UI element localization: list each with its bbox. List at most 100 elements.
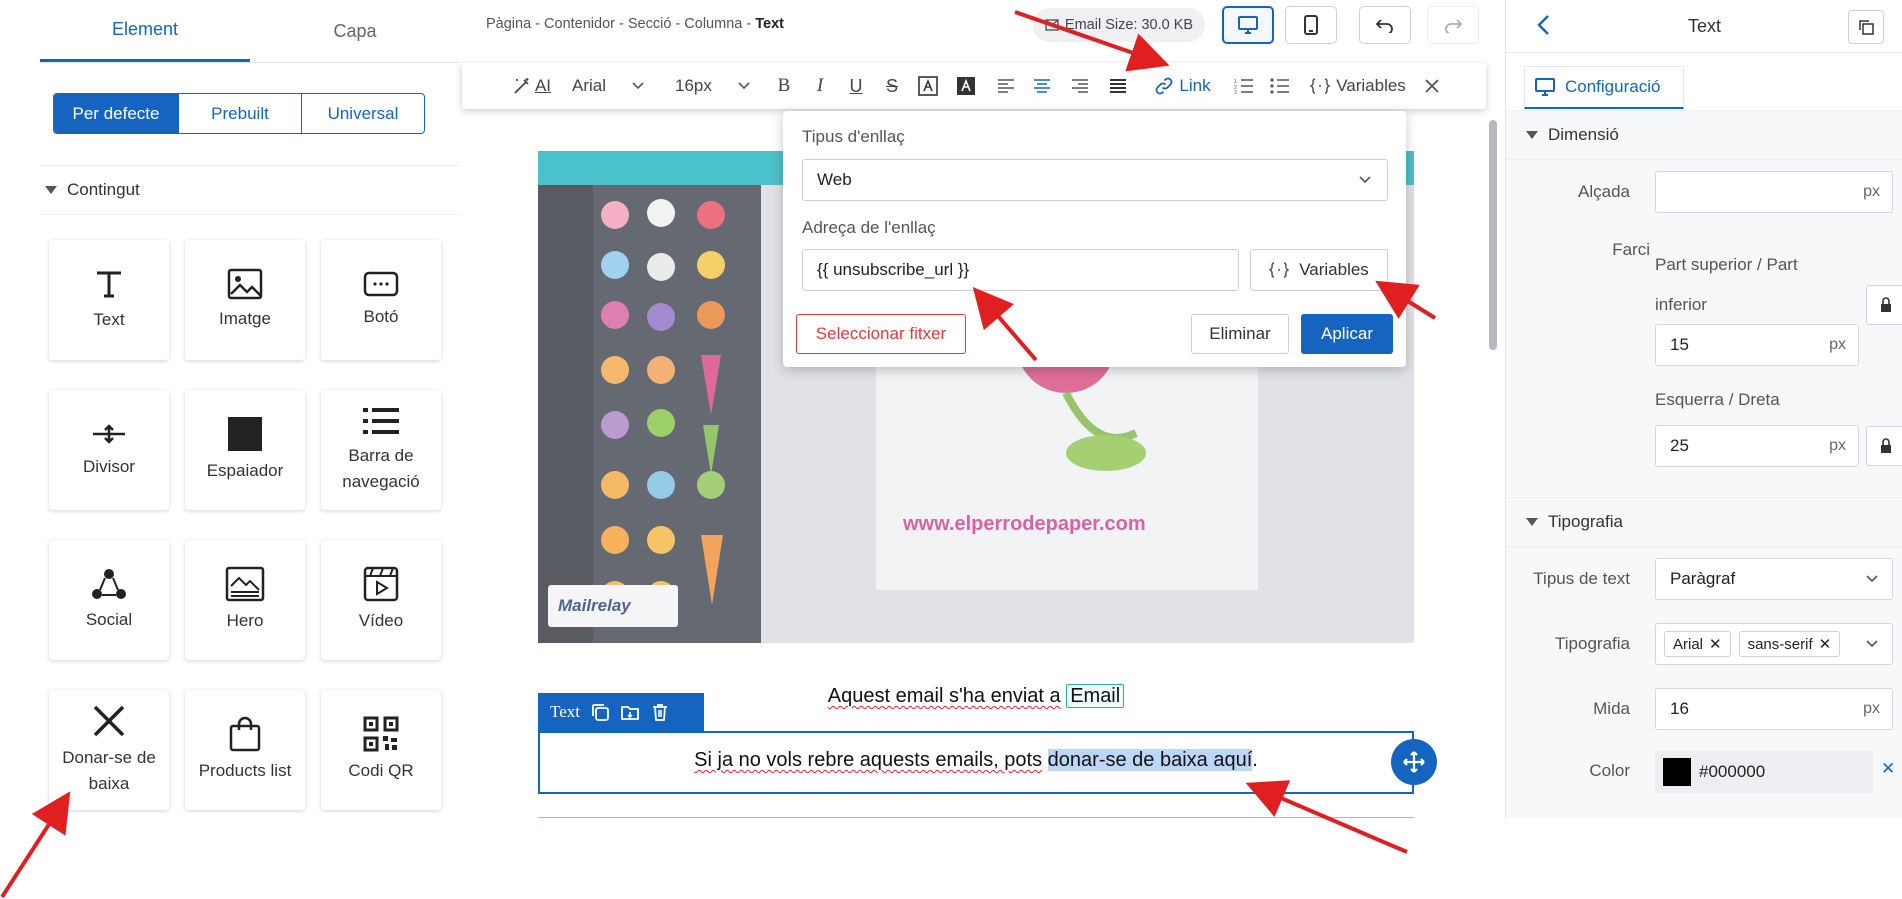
link-address-input[interactable]: {{ unsubscribe_url }} [802, 249, 1239, 291]
text-format-toolbar: AI Arial 16px B I U S Link 123 Variables [462, 63, 1486, 109]
block-social[interactable]: Social [49, 540, 169, 660]
breadcrumb-item[interactable]: Contenidor [544, 16, 615, 32]
trash-icon[interactable] [650, 702, 670, 722]
strikethrough-button[interactable]: S [878, 63, 906, 109]
font-family-multiselect[interactable]: Arial ✕ sans-serif ✕ [1655, 623, 1893, 665]
redo-button[interactable] [1427, 6, 1479, 44]
close-toolbar-button[interactable] [1418, 63, 1446, 109]
mobile-view-button[interactable] [1285, 6, 1337, 44]
popup-variables-button[interactable]: Variables [1250, 249, 1388, 291]
highlight-color-button[interactable] [952, 63, 980, 109]
font-chip-label: sans-serif [1747, 635, 1813, 653]
remove-chip-icon[interactable]: ✕ [1819, 635, 1832, 653]
undo-button[interactable] [1359, 6, 1411, 44]
desktop-icon [1238, 16, 1258, 34]
segment-prebuilt[interactable]: Prebuilt [178, 94, 301, 133]
font-size-dropdown[interactable]: 16px [675, 63, 755, 109]
height-label: Alçada [1578, 182, 1630, 201]
block-hero[interactable]: Hero [185, 540, 305, 660]
apply-link-button[interactable]: Aplicar [1301, 314, 1393, 354]
segment-per-defecte[interactable]: Per defecte [54, 94, 178, 133]
segment-universal[interactable]: Universal [301, 94, 424, 133]
font-chip[interactable]: Arial ✕ [1664, 631, 1731, 657]
scrollbar-thumb[interactable] [1489, 120, 1497, 350]
justify-button[interactable] [1104, 63, 1132, 109]
height-input[interactable]: px [1655, 171, 1893, 213]
align-center-button[interactable] [1028, 63, 1056, 109]
align-left-button[interactable] [992, 63, 1020, 109]
block-spacer[interactable]: Espaiador [185, 390, 305, 510]
block-video[interactable]: Vídeo [321, 540, 441, 660]
section-typography-header[interactable]: Tipografia [1506, 497, 1902, 547]
padding-top-bottom-input[interactable]: 15 px [1655, 324, 1859, 366]
email-line-unsubscribe[interactable]: Si ja no vols rebre aquests emails, pots… [538, 749, 1414, 772]
block-navbar[interactable]: Barra de navegació [321, 390, 441, 510]
desktop-view-button[interactable] [1222, 6, 1274, 44]
lock-padding-lr-button[interactable] [1866, 426, 1902, 466]
ordered-list-button[interactable]: 123 [1230, 63, 1258, 109]
block-divider[interactable]: Divisor [49, 390, 169, 510]
ai-button[interactable]: AI [507, 63, 557, 109]
link-type-select[interactable]: Web [802, 159, 1388, 201]
duplicate-element-button[interactable] [1848, 10, 1884, 44]
section-dimension-header[interactable]: Dimensió [1506, 110, 1902, 160]
block-label: Social [85, 609, 133, 629]
font-chip-label: Arial [1673, 635, 1704, 653]
block-qr-code[interactable]: Codi QR [321, 690, 441, 810]
padding-left-right-input[interactable]: 25 px [1655, 425, 1859, 467]
block-image[interactable]: Imatge [185, 240, 305, 360]
link-button[interactable]: Link [1152, 63, 1214, 109]
tab-capa[interactable]: Capa [250, 0, 460, 62]
underline-button[interactable]: U [842, 63, 870, 109]
padding-top-bottom-label: Part superior / Part inferior [1655, 255, 1798, 314]
font-size-input[interactable]: 16 px [1655, 688, 1893, 730]
text-block-toolbar: Text [538, 693, 704, 731]
breadcrumb-item[interactable]: Pàgina [486, 16, 531, 32]
select-file-button[interactable]: Seleccionar fitxer [796, 314, 966, 354]
link-label: Link [1179, 76, 1211, 95]
remove-chip-icon[interactable]: ✕ [1709, 635, 1722, 653]
color-picker-input[interactable]: #000000 [1655, 751, 1873, 793]
left-panel: Element Capa Per defecte Prebuilt Univer… [0, 0, 462, 818]
email-variable-chip[interactable]: Email [1066, 684, 1125, 708]
block-label: Botó [363, 306, 399, 326]
block-unsubscribe[interactable]: Donar-se de baixa [49, 690, 169, 810]
chevron-down-icon [1359, 176, 1371, 184]
clear-color-icon[interactable]: ✕ [1881, 759, 1895, 779]
tab-element[interactable]: Element [40, 0, 250, 62]
monitor-icon [1535, 78, 1555, 96]
delete-link-button[interactable]: Eliminar [1191, 314, 1289, 354]
text-color-button[interactable] [914, 63, 942, 109]
section-contingut-header[interactable]: Contingut [40, 165, 460, 215]
font-chip[interactable]: sans-serif ✕ [1738, 631, 1841, 657]
unsubscribe-link-selection[interactable]: donar-se de baixa aquí [1047, 749, 1253, 771]
variables-icon [1310, 78, 1331, 94]
italic-button[interactable]: I [806, 63, 834, 109]
color-swatch[interactable] [1663, 758, 1691, 786]
tab-configuracio[interactable]: Configuració [1524, 66, 1684, 109]
align-right-button[interactable] [1066, 63, 1094, 109]
padding-left-right-label: Esquerra / Dreta [1655, 390, 1780, 409]
bold-button[interactable]: B [770, 63, 798, 109]
canvas-scrollbar[interactable] [1486, 120, 1500, 820]
block-products-list[interactable]: Products list [185, 690, 305, 810]
duplicate-icon[interactable] [590, 702, 610, 722]
shopping-bag-icon [229, 716, 261, 752]
link-popup: Tipus d'enllaç Web Adreça de l'enllaç {{… [783, 111, 1406, 367]
bold-icon: B [777, 75, 791, 96]
breadcrumb-item[interactable]: Columna [684, 16, 742, 32]
bullet-list-button[interactable] [1266, 63, 1294, 109]
toolbar-variables-button[interactable]: Variables [1305, 63, 1411, 109]
move-block-handle[interactable] [1391, 739, 1437, 785]
block-button[interactable]: Botó [321, 240, 441, 360]
save-block-icon[interactable] [620, 702, 640, 722]
chevron-down-icon [738, 82, 750, 90]
lock-padding-tb-button[interactable] [1866, 285, 1902, 325]
breadcrumb-item[interactable]: Secció [628, 16, 672, 32]
font-size-value: 16px [675, 76, 712, 95]
padding-label: Farci [1612, 240, 1650, 259]
block-text[interactable]: Text [49, 240, 169, 360]
section-title: Contingut [67, 180, 140, 199]
font-family-dropdown[interactable]: Arial [572, 63, 652, 109]
text-type-select[interactable]: Paràgraf [1655, 558, 1893, 600]
